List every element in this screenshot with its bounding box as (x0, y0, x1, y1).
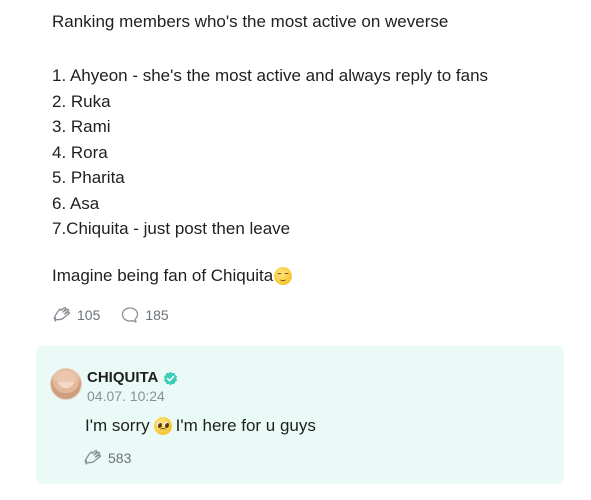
ranking-list: 1. Ahyeon - she's the most active and al… (52, 63, 572, 242)
post-closing: Imagine being fan of Chiquita (52, 264, 572, 288)
reply-author[interactable]: CHIQUITA (87, 369, 178, 387)
pensive-face-icon (274, 266, 293, 285)
like-count: 105 (77, 306, 101, 323)
author-name: CHIQUITA (87, 369, 159, 386)
cheer-icon (53, 306, 71, 322)
comment-button[interactable]: 185 (120, 306, 169, 324)
post-intro: Ranking members who's the most active on… (52, 12, 449, 31)
ranking-item: 6. Asa (52, 193, 100, 213)
reply-like-count: 583 (108, 450, 132, 466)
closing-text: Imagine being fan of Chiquita (52, 265, 274, 285)
reply-text-start: I'm sorry (85, 416, 150, 435)
ranking-item: 5. Pharita (52, 168, 125, 187)
post: Ranking members who's the most active on… (52, 10, 572, 324)
reply-date: 04.07. 10:24 (87, 388, 165, 404)
avatar[interactable] (50, 368, 82, 400)
reply-text: I'm sorry I'm here for u guys (85, 414, 316, 438)
reply-like-button[interactable]: 583 (83, 449, 131, 467)
comment-icon (122, 306, 139, 323)
verified-icon (164, 371, 178, 385)
cheer-icon (84, 450, 102, 465)
ranking-item: 7.Chiquita - just post then leave (52, 219, 291, 238)
ranking-item: 3. Rami (52, 117, 111, 136)
artist-reply: CHIQUITA 04.07. 10:24 I'm sorry I'm here… (36, 346, 564, 484)
ranking-item: 1. Ahyeon - she's the most active and al… (52, 66, 489, 85)
like-button[interactable]: 105 (52, 306, 100, 324)
post-stats: 105 185 (52, 306, 572, 324)
ranking-item: 4. Rora (52, 142, 108, 162)
comment-count: 185 (145, 306, 169, 323)
ranking-item: 2. Ruka (52, 91, 111, 111)
reply-text-end: I'm here for u guys (175, 416, 316, 435)
pleading-face-icon (153, 417, 172, 435)
